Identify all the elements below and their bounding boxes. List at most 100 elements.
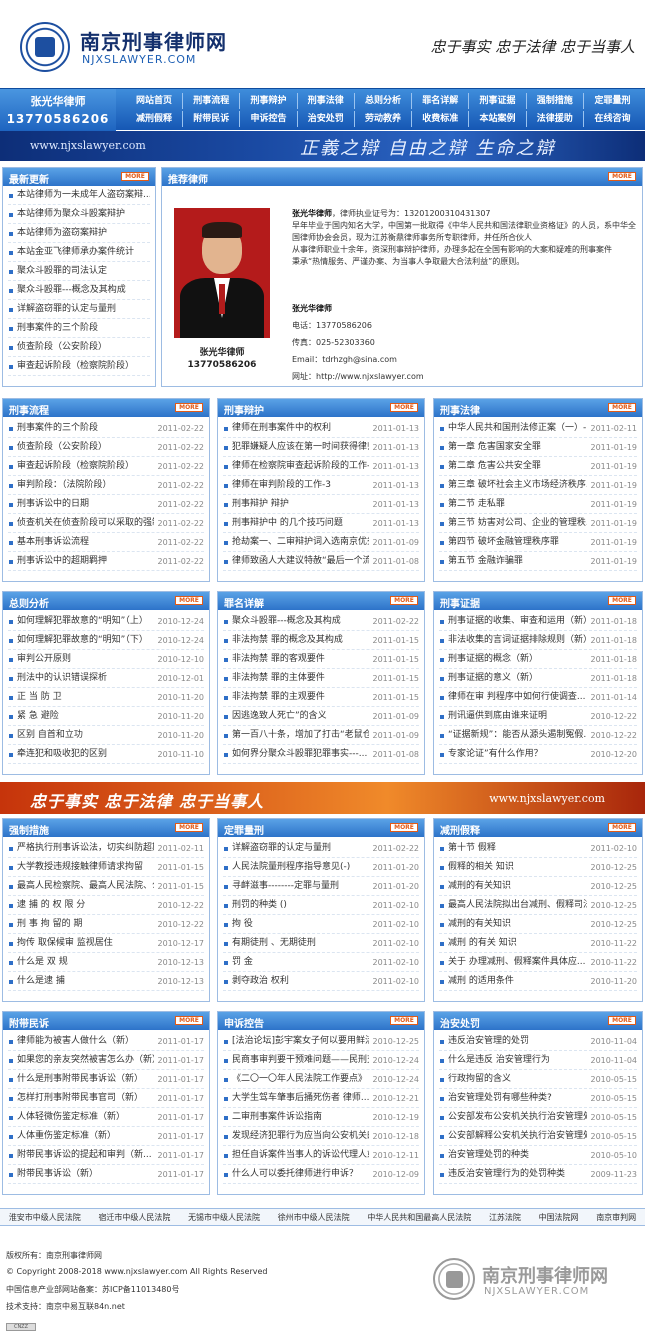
more-button[interactable]: MORE [390,1016,418,1025]
table-row[interactable]: 最高人民检察院、最高人民法院、公... 2011-01-15 [8,877,204,896]
table-row[interactable]: 什么是违反 治安管理行为 2010-11-04 [439,1051,637,1070]
list-item-title[interactable]: 详解盗窃罪的认定与量刑 [17,304,116,314]
table-row[interactable]: 人体轻微伤鉴定标准（新） 2011-01-17 [8,1108,204,1127]
table-row[interactable]: 减刑 的有关 知识 2010-11-22 [439,934,637,953]
table-row[interactable]: 刑法中的认识错误探析 2010-12-01 [8,669,204,688]
row-title[interactable]: 民商事审判要干预难问题——民刑交... [232,1055,385,1065]
nav-link[interactable]: 网站首页 [126,93,183,109]
table-row[interactable]: 什么是逮 捕 2010-12-13 [8,972,204,991]
nav-link[interactable]: 强制措施 [527,93,584,109]
more-button[interactable]: MORE [121,172,149,181]
row-title[interactable]: “证据新规”：能否从源头遏制冤假... [448,730,592,740]
row-title[interactable]: 治安管理处罚的种类 [448,1150,529,1160]
list-item-title[interactable]: 本站金亚飞律师承办案件统计 [17,247,134,257]
row-title[interactable]: 什么是刑事附带民事诉讼（新） [17,1074,143,1084]
nav-link[interactable]: 总则分析 [355,93,412,109]
row-title[interactable]: 如果您的亲友突然被害怎么办（新） [17,1055,161,1065]
cnzz-badge[interactable]: CNZZ [6,1323,36,1331]
table-row[interactable]: 审查起诉阶段（检察院阶段） 2011-02-22 [8,457,204,476]
row-title[interactable]: 什么是违反 治安管理行为 [448,1055,550,1065]
row-title[interactable]: 刑事证据的概念（新） [448,654,538,664]
table-row[interactable]: 审判阶段：（法院阶段） 2011-02-22 [8,476,204,495]
row-title[interactable]: 紧 急 避险 [17,711,59,721]
table-row[interactable]: 正 当 防 卫 2010-11-20 [8,688,204,707]
row-title[interactable]: 公安部发布公安机关执行治安管理处... [448,1112,601,1122]
footer-icp[interactable]: 中国信息产业部网站备案：苏ICP备11013480号 [6,1284,180,1295]
table-row[interactable]: 侦查阶段（公安阶段） 2011-02-22 [8,438,204,457]
table-row[interactable]: 侦查机关在侦查阶段可以采取的强制... 2011-02-22 [8,514,204,533]
nav-link[interactable]: 申诉控告 [241,111,298,127]
row-title[interactable]: 详解盗窃罪的认定与量刑 [232,843,331,853]
list-item[interactable]: 本站律师为一未成年人盗窃案辩... [8,186,150,205]
table-row[interactable]: 怎样打刑事附带民事官司（新） 2011-01-17 [8,1089,204,1108]
row-title[interactable]: 律师在审 判程序中如何行使调查... [448,692,585,702]
nav-link[interactable]: 本站案例 [470,111,527,127]
row-title[interactable]: 第三节 妨害对公司、企业的管理秩... [448,518,594,528]
table-row[interactable]: 严格执行刑事诉讼法，切实纠防超期... 2011-02-11 [8,839,204,858]
row-title[interactable]: 什么是逮 捕 [17,976,65,986]
row-title[interactable]: 治安管理处罚有哪些种类? [448,1093,552,1103]
row-title[interactable]: 公安部解释公安机关执行治安管理处... [448,1131,601,1141]
list-item-title[interactable]: 本站律师为一未成年人盗窃案辩... [17,190,150,200]
row-title[interactable]: 严格执行刑事诉讼法，切实纠防超期... [17,843,170,853]
logo-icon[interactable] [20,22,70,72]
row-title[interactable]: 行政拘留的含义 [448,1074,511,1084]
table-row[interactable]: 刑事诉讼中的超期羁押 2011-02-22 [8,552,204,571]
table-row[interactable]: 大学生驾车肇事后捅死伤者 律师... 2010-12-21 [223,1089,419,1108]
more-button[interactable]: MORE [608,596,636,605]
row-title[interactable]: 人体轻微伤鉴定标准（新） [17,1112,125,1122]
row-title[interactable]: 非法拘禁 罪的客观要件 [232,654,325,664]
table-row[interactable]: 关于 办理减刑、假释案件具体应... 2010-11-22 [439,953,637,972]
table-row[interactable]: 区别 自首和立功 2010-11-20 [8,726,204,745]
list-item[interactable]: 详解盗窃罪的认定与量刑 [8,300,150,319]
row-title[interactable]: 刑事证据的收集、审查和运用（新） [448,616,592,626]
row-title[interactable]: 抢劫案一、二审辩护词入选南京优秀... [232,537,385,547]
row-title[interactable]: 最高人民检察院、最高人民法院、公... [17,881,170,891]
more-button[interactable]: MORE [608,403,636,412]
friend-link[interactable]: 徐州市中级人民法院 [278,1212,350,1223]
row-title[interactable]: 什么人可以委托律师进行申诉？ [232,1169,358,1179]
table-row[interactable]: 刑事证据的收集、审查和运用（新） 2011-01-18 [439,612,637,631]
row-title[interactable]: 刑事辩护 辩护 [232,499,289,509]
nav-link[interactable]: 定罪量刑 [584,93,641,109]
table-row[interactable]: 第五节 金融诈骗罪 2011-01-19 [439,552,637,571]
row-title[interactable]: 第一百八十条，增加了打击“老鼠仓... [232,730,380,740]
table-row[interactable]: 如何理解犯罪故意的“明知”（下） 2010-12-24 [8,631,204,650]
row-title[interactable]: 减刑 的适用条件 [448,976,514,986]
nav-link[interactable]: 附带民诉 [183,111,241,127]
row-title[interactable]: 违反治安管理的处罚 [448,1036,529,1046]
table-row[interactable]: 拘 役 2011-02-10 [223,915,419,934]
more-button[interactable]: MORE [608,172,636,181]
nav-link[interactable]: 刑事法律 [298,93,355,109]
row-title[interactable]: 如何理解犯罪故意的“明知”（上） [17,616,148,626]
table-row[interactable]: 刑事诉讼中的日期 2011-02-22 [8,495,204,514]
row-title[interactable]: 违反治安管理行为的处罚种类 [448,1169,565,1179]
row-title[interactable]: 非法拘禁 罪的主观要件 [232,692,325,702]
table-row[interactable]: 刑事辩护 辩护 2011-01-13 [223,495,419,514]
list-item[interactable]: 审查起诉阶段（检察院阶段） [8,357,150,376]
table-row[interactable]: 非法拘禁 罪的主观要件 2011-01-15 [223,688,419,707]
site-title[interactable]: 南京刑事律师网 [80,26,227,55]
table-row[interactable]: 寻衅滋事--------定罪与量刑 2011-01-20 [223,877,419,896]
row-title[interactable]: 怎样打刑事附带民事官司（新） [17,1093,143,1103]
nav-link[interactable]: 劳动教养 [355,111,412,127]
table-row[interactable]: 第十节 假释 2011-02-10 [439,839,637,858]
table-row[interactable]: 专家论证”有什么作用？ 2010-12-20 [439,745,637,764]
table-row[interactable]: 律师在检察院审查起诉阶段的工作-... 2011-01-13 [223,457,419,476]
row-title[interactable]: 《二〇一〇年人民法院工作要点》 [232,1074,367,1084]
row-title[interactable]: 罚 金 [232,957,253,967]
row-title[interactable]: 第五节 金融诈骗罪 [448,556,523,566]
nav-link[interactable]: 收费标准 [412,111,470,127]
nav-link[interactable]: 法律援助 [527,111,584,127]
table-row[interactable]: 非法拘禁 罪的客观要件 2011-01-15 [223,650,419,669]
table-row[interactable]: 如何理解犯罪故意的“明知”（上） 2010-12-24 [8,612,204,631]
table-row[interactable]: 违反治安管理的处罚 2010-11-04 [439,1032,637,1051]
more-button[interactable]: MORE [175,823,203,832]
row-title[interactable]: 拘 役 [232,919,253,929]
row-title[interactable]: 刑 事 拘 留的 期 [17,919,82,929]
friend-link[interactable]: 宿迁市中级人民法院 [98,1212,170,1223]
table-row[interactable]: 公安部解释公安机关执行治安管理处... 2010-05-15 [439,1127,637,1146]
table-row[interactable]: 附带民事诉讼（新） 2011-01-17 [8,1165,204,1184]
row-title[interactable]: 刑讯逼供到底由谁来证明 [448,711,547,721]
table-row[interactable]: 刑讯逼供到底由谁来证明 2010-12-22 [439,707,637,726]
